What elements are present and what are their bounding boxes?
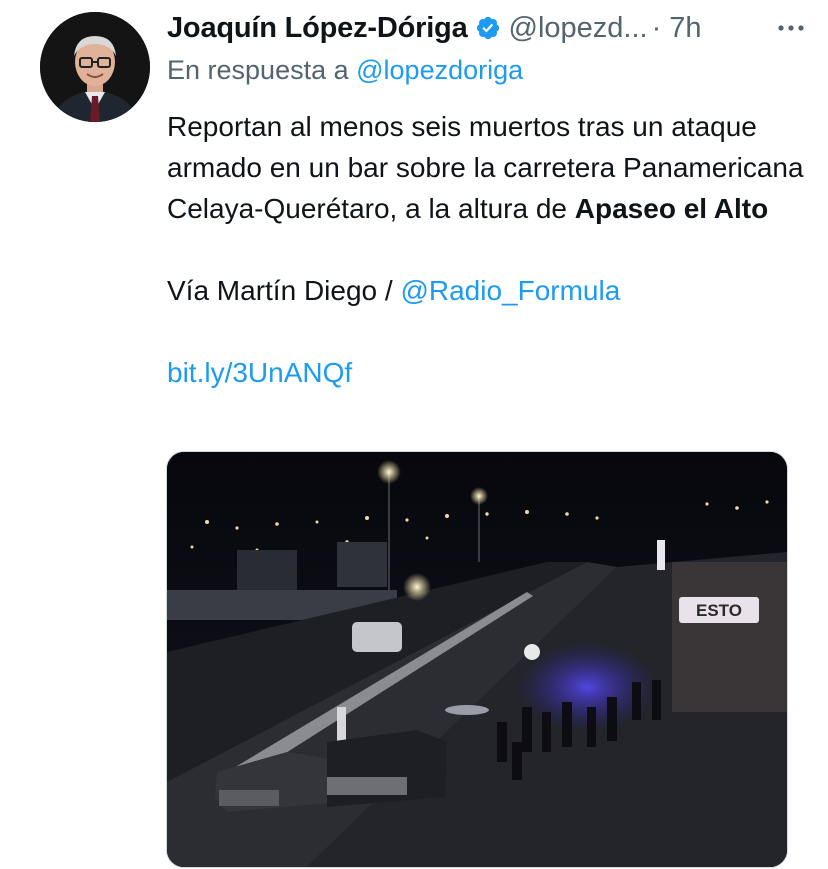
tweet-paragraph-3: bit.ly/3UnANQf xyxy=(167,352,807,393)
avatar-image xyxy=(40,12,150,122)
tweet-header: Joaquín López-Dóriga @lopezd... · 7h xyxy=(167,8,808,48)
tweet-media-photo[interactable]: ESTO xyxy=(166,451,788,868)
reply-prefix: En respuesta a xyxy=(167,55,357,85)
tweet-timestamp[interactable]: · 7h xyxy=(652,12,702,45)
tweet-paragraph-2: Vía Martín Diego / @Radio_Formula xyxy=(167,270,807,311)
avatar[interactable] xyxy=(40,12,150,122)
tweet-bold-place: Apaseo el Alto xyxy=(574,193,769,224)
short-link[interactable]: bit.ly/3UnANQf xyxy=(167,357,352,388)
reply-context: En respuesta a @lopezdoriga xyxy=(167,55,523,86)
radio-formula-mention-link[interactable]: @Radio_Formula xyxy=(400,275,620,306)
tweet-paragraph-1: Reportan al menos seis muertos tras un a… xyxy=(167,106,807,229)
author-name[interactable]: Joaquín López-Dóriga xyxy=(167,12,468,45)
via-prefix: Vía Martín Diego / xyxy=(167,275,401,306)
night-highway-scene-image: ESTO xyxy=(167,452,787,867)
reply-to-handle-link[interactable]: @lopezdoriga xyxy=(356,55,523,85)
more-options-icon[interactable] xyxy=(774,8,808,48)
author-handle[interactable]: @lopezd... xyxy=(509,12,648,45)
bar-sign-text: ESTO xyxy=(696,601,742,620)
verified-badge-icon xyxy=(475,15,501,41)
tweet-text: Reportan al menos seis muertos tras un a… xyxy=(167,106,807,393)
